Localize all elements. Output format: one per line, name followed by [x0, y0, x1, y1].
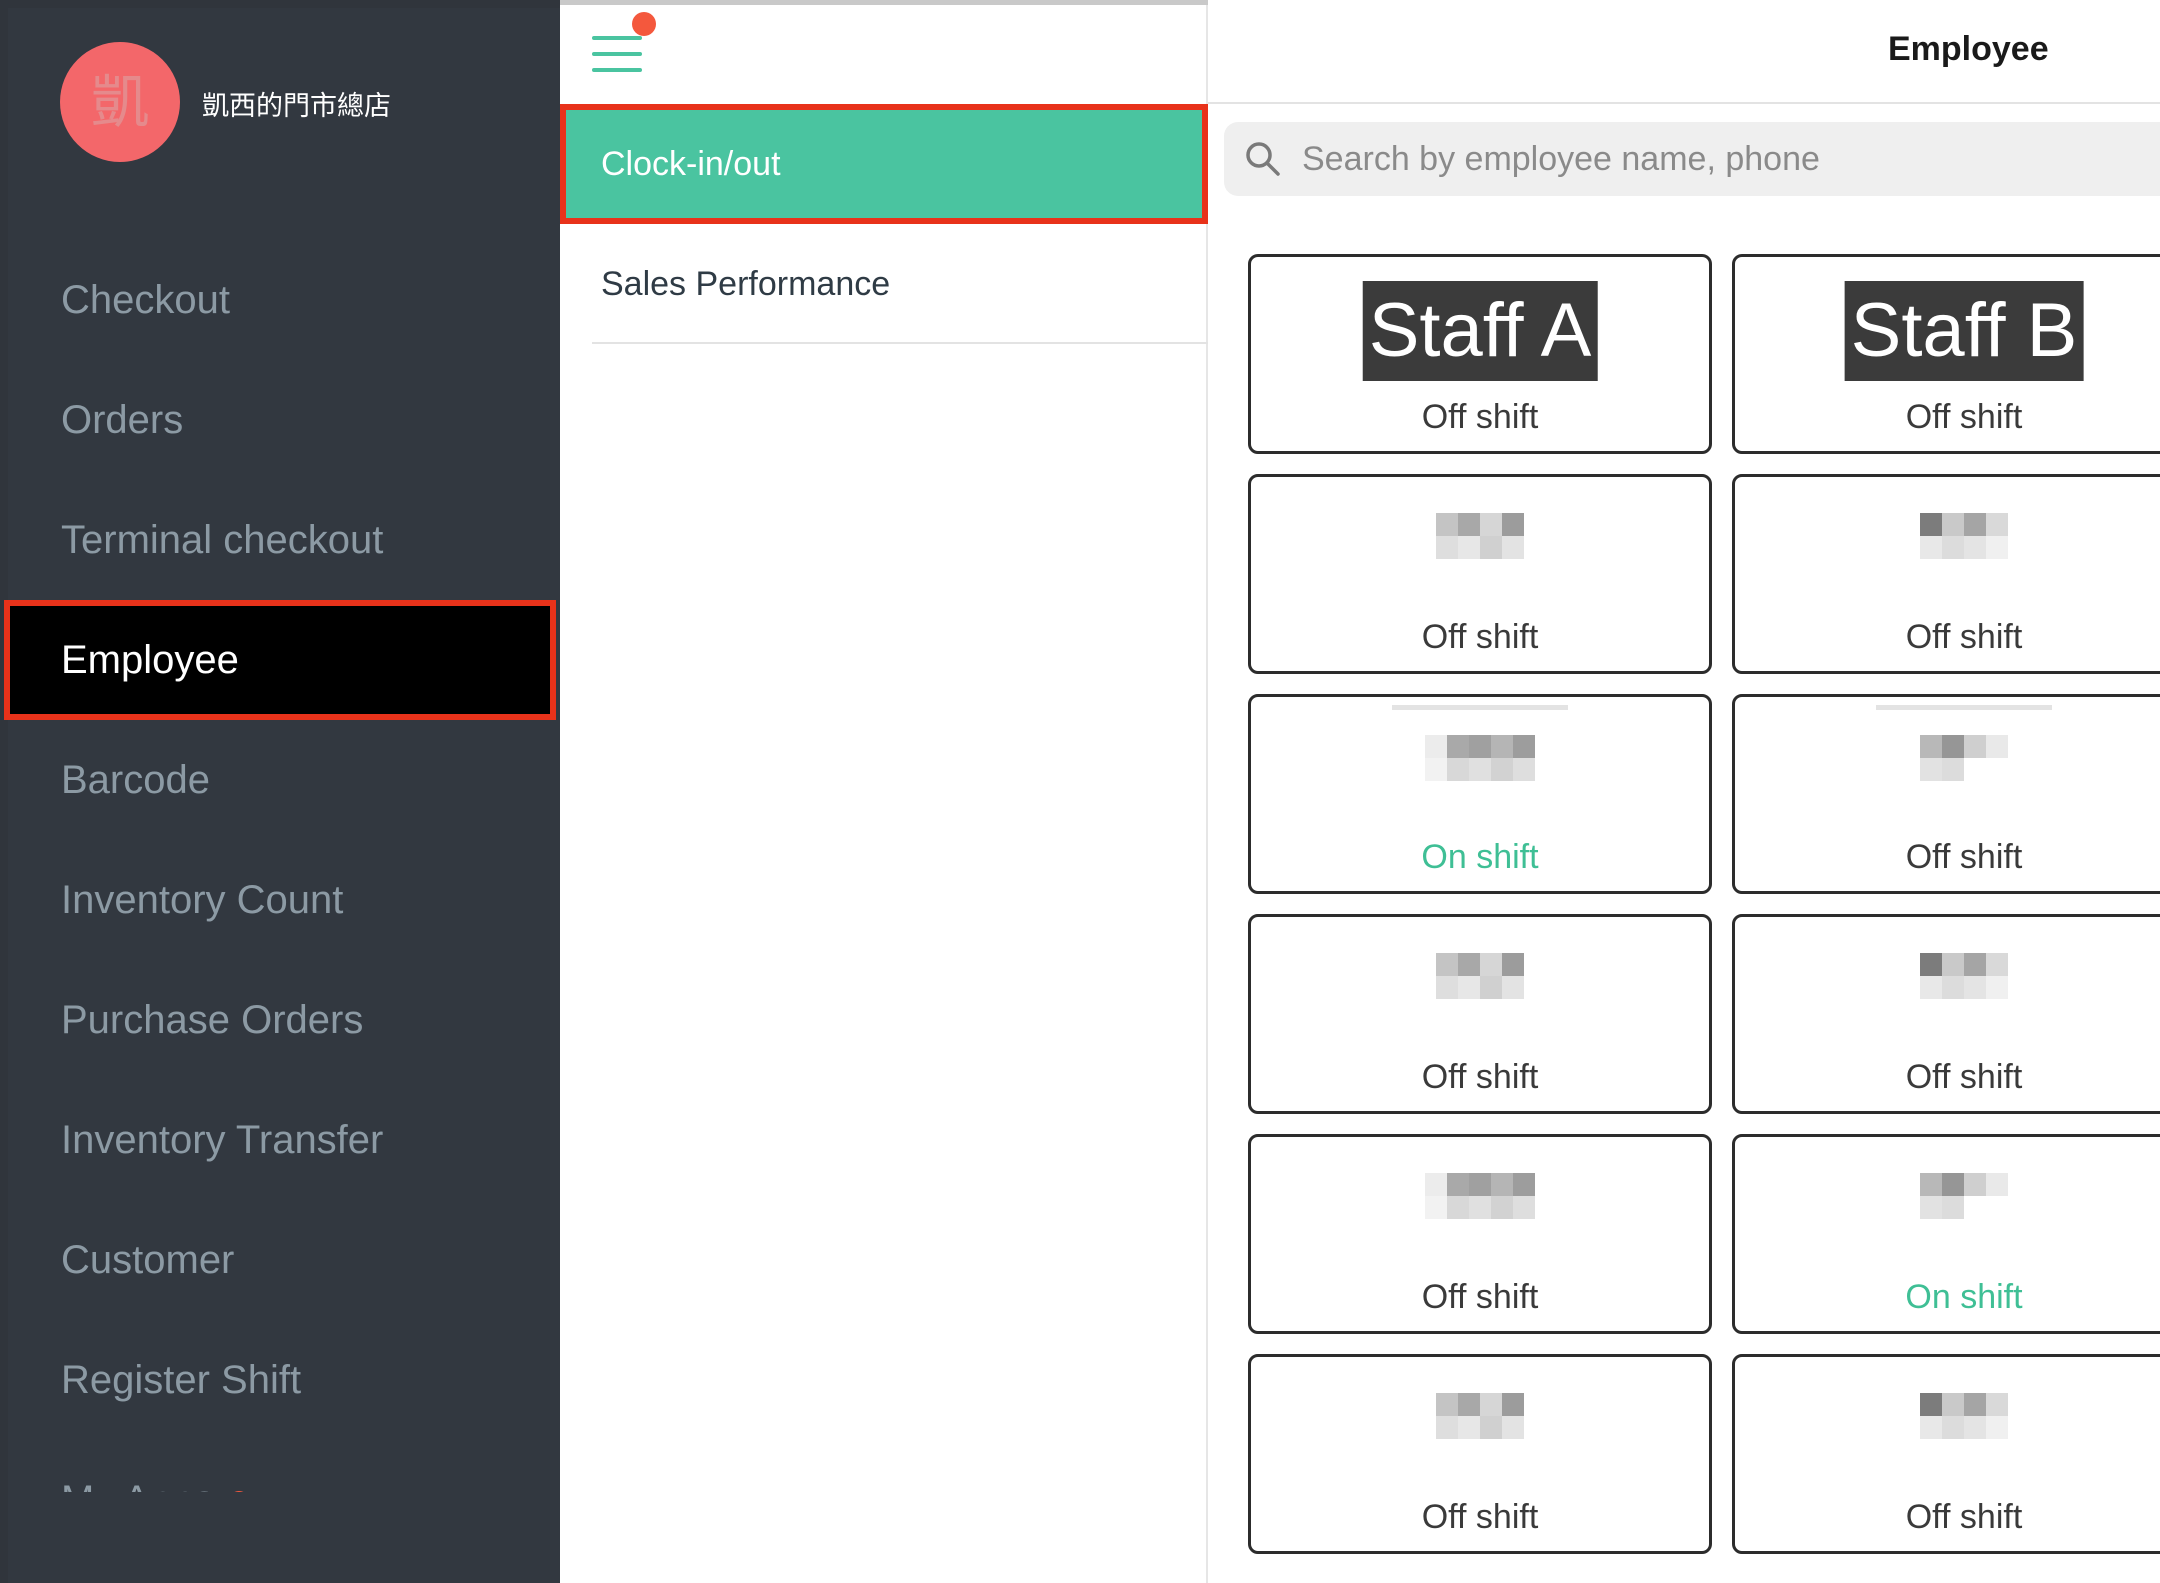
redacted-employee-name — [1436, 513, 1524, 559]
shift-status: On shift — [1421, 838, 1539, 876]
sidebar-item-label: Purchase Orders — [61, 998, 364, 1042]
sidebar-item-label: Checkout — [61, 278, 230, 322]
redacted-employee-name — [1436, 953, 1524, 999]
sidebar-item-inventory-count[interactable]: Inventory Count — [0, 840, 560, 960]
shift-status: Off shift — [1421, 1498, 1539, 1536]
shift-status: Off shift — [1421, 618, 1539, 656]
shift-status: Off shift — [1421, 1058, 1539, 1096]
redacted-line — [1876, 705, 2052, 710]
shift-status: Off shift — [1421, 398, 1539, 436]
page-title: Employee — [1888, 30, 2049, 68]
sub-navigation-panel: Clock-in/out Sales Performance — [560, 0, 1208, 1583]
sidebar-item-employee[interactable]: Employee — [4, 600, 556, 720]
sidebar-item-orders[interactable]: Orders — [0, 360, 560, 480]
redacted-employee-name — [1436, 1393, 1524, 1439]
employee-card[interactable]: On shift — [1248, 694, 1712, 894]
employee-card[interactable]: Off shift — [1732, 474, 2160, 674]
sidebar-item-label: Employee — [61, 638, 239, 682]
redacted-employee-name — [1425, 1173, 1535, 1219]
redacted-employee-name — [1920, 735, 2008, 781]
employee-card[interactable]: Off shift — [1248, 1134, 1712, 1334]
shift-status: Off shift — [1905, 398, 2023, 436]
sidebar-item-customer[interactable]: Customer — [0, 1200, 560, 1320]
redacted-employee-name — [1920, 1173, 2008, 1219]
shift-status: On shift — [1905, 1278, 2023, 1316]
redacted-line — [1392, 705, 1568, 710]
sidebar-item-barcode[interactable]: Barcode — [0, 720, 560, 840]
panel-header: Employee — [1208, 0, 2160, 104]
shift-status: Off shift — [1905, 1498, 2023, 1536]
employee-panel: Employee Staff A Off shift Staff B Off shif… — [1208, 0, 2160, 1583]
sub-nav: Clock-in/out Sales Performance — [560, 104, 1208, 344]
subnav-sales-performance[interactable]: Sales Performance — [592, 224, 1208, 344]
sidebar: 凱 凱西的門市總店 Checkout Orders Terminal checkou… — [0, 0, 560, 1583]
store-avatar[interactable]: 凱 — [60, 42, 180, 162]
employee-card[interactable]: Staff A Off shift — [1248, 254, 1712, 454]
redacted-employee-name — [1920, 513, 2008, 559]
sidebar-item-purchase-orders[interactable]: Purchase Orders — [0, 960, 560, 1080]
search-icon — [1246, 142, 1280, 176]
sidebar-item-checkout[interactable]: Checkout — [0, 240, 560, 360]
shift-status: Off shift — [1421, 1278, 1539, 1316]
sidebar-item-label: Orders — [61, 398, 184, 442]
sidebar-item-terminal-checkout[interactable]: Terminal checkout — [0, 480, 560, 600]
sidebar-item-label: Inventory Transfer — [61, 1118, 384, 1162]
sidebar-item-label: Barcode — [61, 758, 210, 802]
employee-name: Staff A — [1362, 281, 1598, 381]
employee-card[interactable]: Staff B Off shift — [1732, 254, 2160, 454]
sidebar-item-label: Inventory Count — [61, 878, 344, 922]
redacted-employee-name — [1920, 1393, 2008, 1439]
sidebar-item-my-apps[interactable]: My Apps — [0, 1440, 560, 1492]
search-bar[interactable] — [1224, 122, 2160, 196]
shift-status: Off shift — [1905, 838, 2023, 876]
sidebar-item-label: Terminal checkout — [61, 518, 384, 562]
employee-card[interactable]: Off shift — [1732, 1354, 2160, 1554]
employee-card[interactable]: On shift — [1732, 1134, 2160, 1334]
notification-dot — [228, 1491, 251, 1492]
employee-card[interactable]: Off shift — [1732, 914, 2160, 1114]
shift-status: Off shift — [1905, 618, 2023, 656]
store-name[interactable]: 凱西的門市總店 — [202, 84, 391, 123]
search-input[interactable] — [1302, 122, 2102, 196]
hamburger-icon[interactable] — [592, 36, 642, 72]
notification-dot — [632, 12, 656, 36]
shift-status: Off shift — [1905, 1058, 2023, 1096]
redacted-employee-name — [1425, 735, 1535, 781]
employee-card[interactable]: Off shift — [1248, 914, 1712, 1114]
subnav-clock-in-out[interactable]: Clock-in/out — [560, 104, 1208, 224]
sidebar-item-label: Register Shift — [61, 1358, 302, 1402]
sidebar-item-inventory-transfer[interactable]: Inventory Transfer — [0, 1080, 560, 1200]
sidebar-nav: Checkout Orders Terminal checkout Employee B… — [0, 240, 560, 1492]
redacted-employee-name — [1920, 953, 2008, 999]
employee-name: Staff B — [1844, 281, 2084, 381]
sidebar-item-label: Customer — [61, 1238, 235, 1282]
employee-card[interactable]: Off shift — [1732, 694, 2160, 894]
sidebar-item-register-shift[interactable]: Register Shift — [0, 1320, 560, 1440]
employee-card[interactable]: Off shift — [1248, 1354, 1712, 1554]
employee-card[interactable]: Off shift — [1248, 474, 1712, 674]
sidebar-item-label: My Apps — [61, 1478, 214, 1492]
